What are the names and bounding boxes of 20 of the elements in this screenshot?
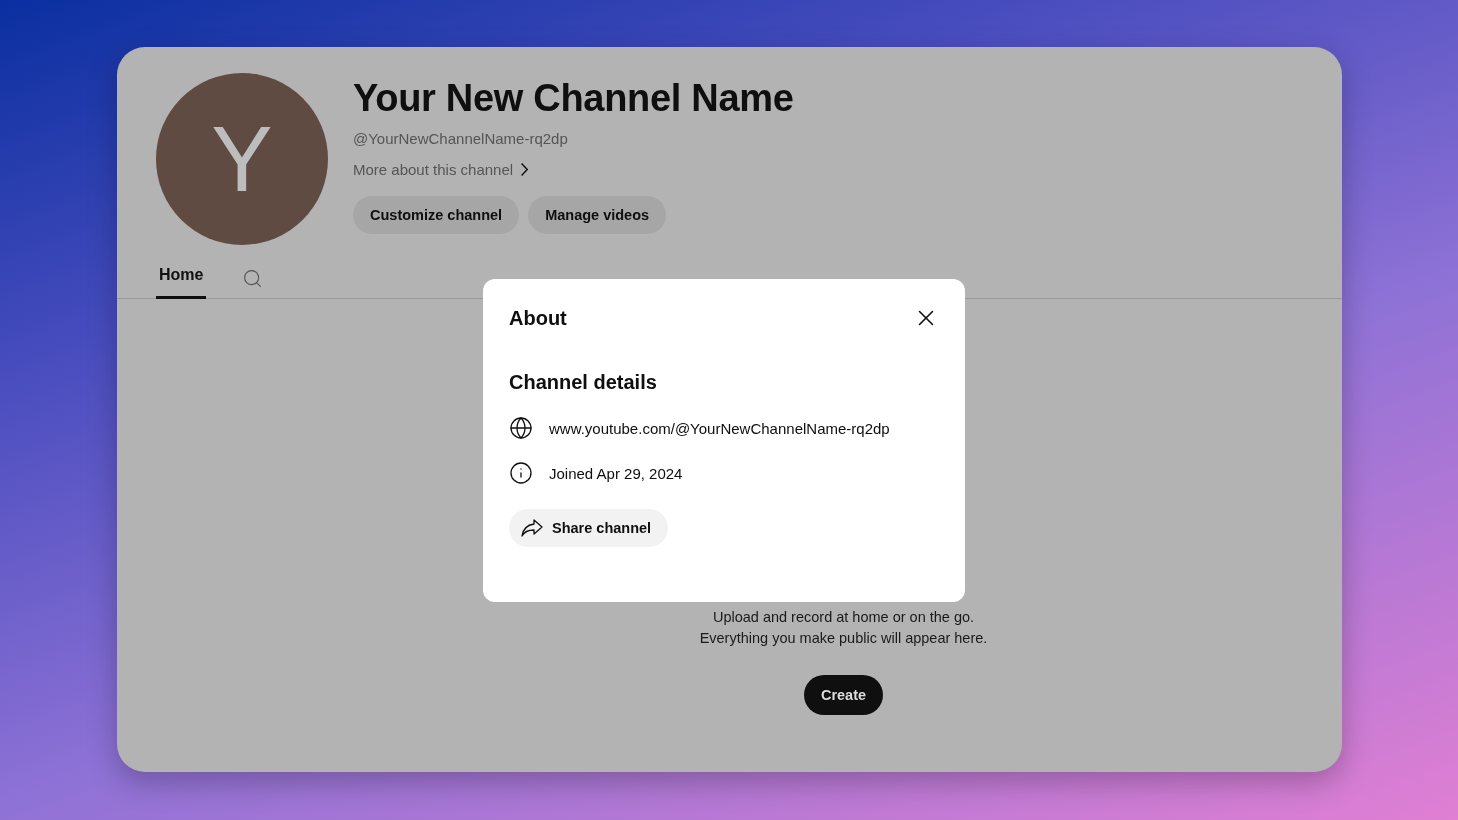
tab[interactable]: Home [156, 258, 207, 299]
channel-action-button[interactable]: Manage videos [528, 196, 667, 234]
info-icon [509, 461, 533, 485]
more-about-link[interactable]: More about this channel [353, 161, 794, 178]
share-arrow-icon [521, 518, 543, 538]
chevron-right-icon [521, 163, 529, 176]
share-channel-button[interactable]: Share channel [509, 509, 669, 547]
globe-icon [509, 416, 533, 440]
empty-state-text: Everything you make public will appear here. [699, 629, 988, 648]
create-button[interactable]: Create [803, 675, 884, 715]
dialog-title: About [509, 306, 567, 330]
channel-handle: @YourNewChannelName-rq2dp [353, 130, 569, 147]
detail-text: www.youtube.com/@YourNewChannelName-rq2dp [549, 419, 890, 437]
channel-name: Your New Channel Name [353, 77, 794, 120]
section-title: Channel details [509, 371, 658, 394]
channel-action-button[interactable]: Customize channel [353, 196, 520, 234]
search-icon[interactable] [242, 267, 264, 289]
avatar: Y [156, 73, 328, 245]
detail-text: Joined Apr 29, 2024 [549, 464, 683, 482]
empty-state-text: Upload and record at home or on the go. [712, 608, 975, 627]
